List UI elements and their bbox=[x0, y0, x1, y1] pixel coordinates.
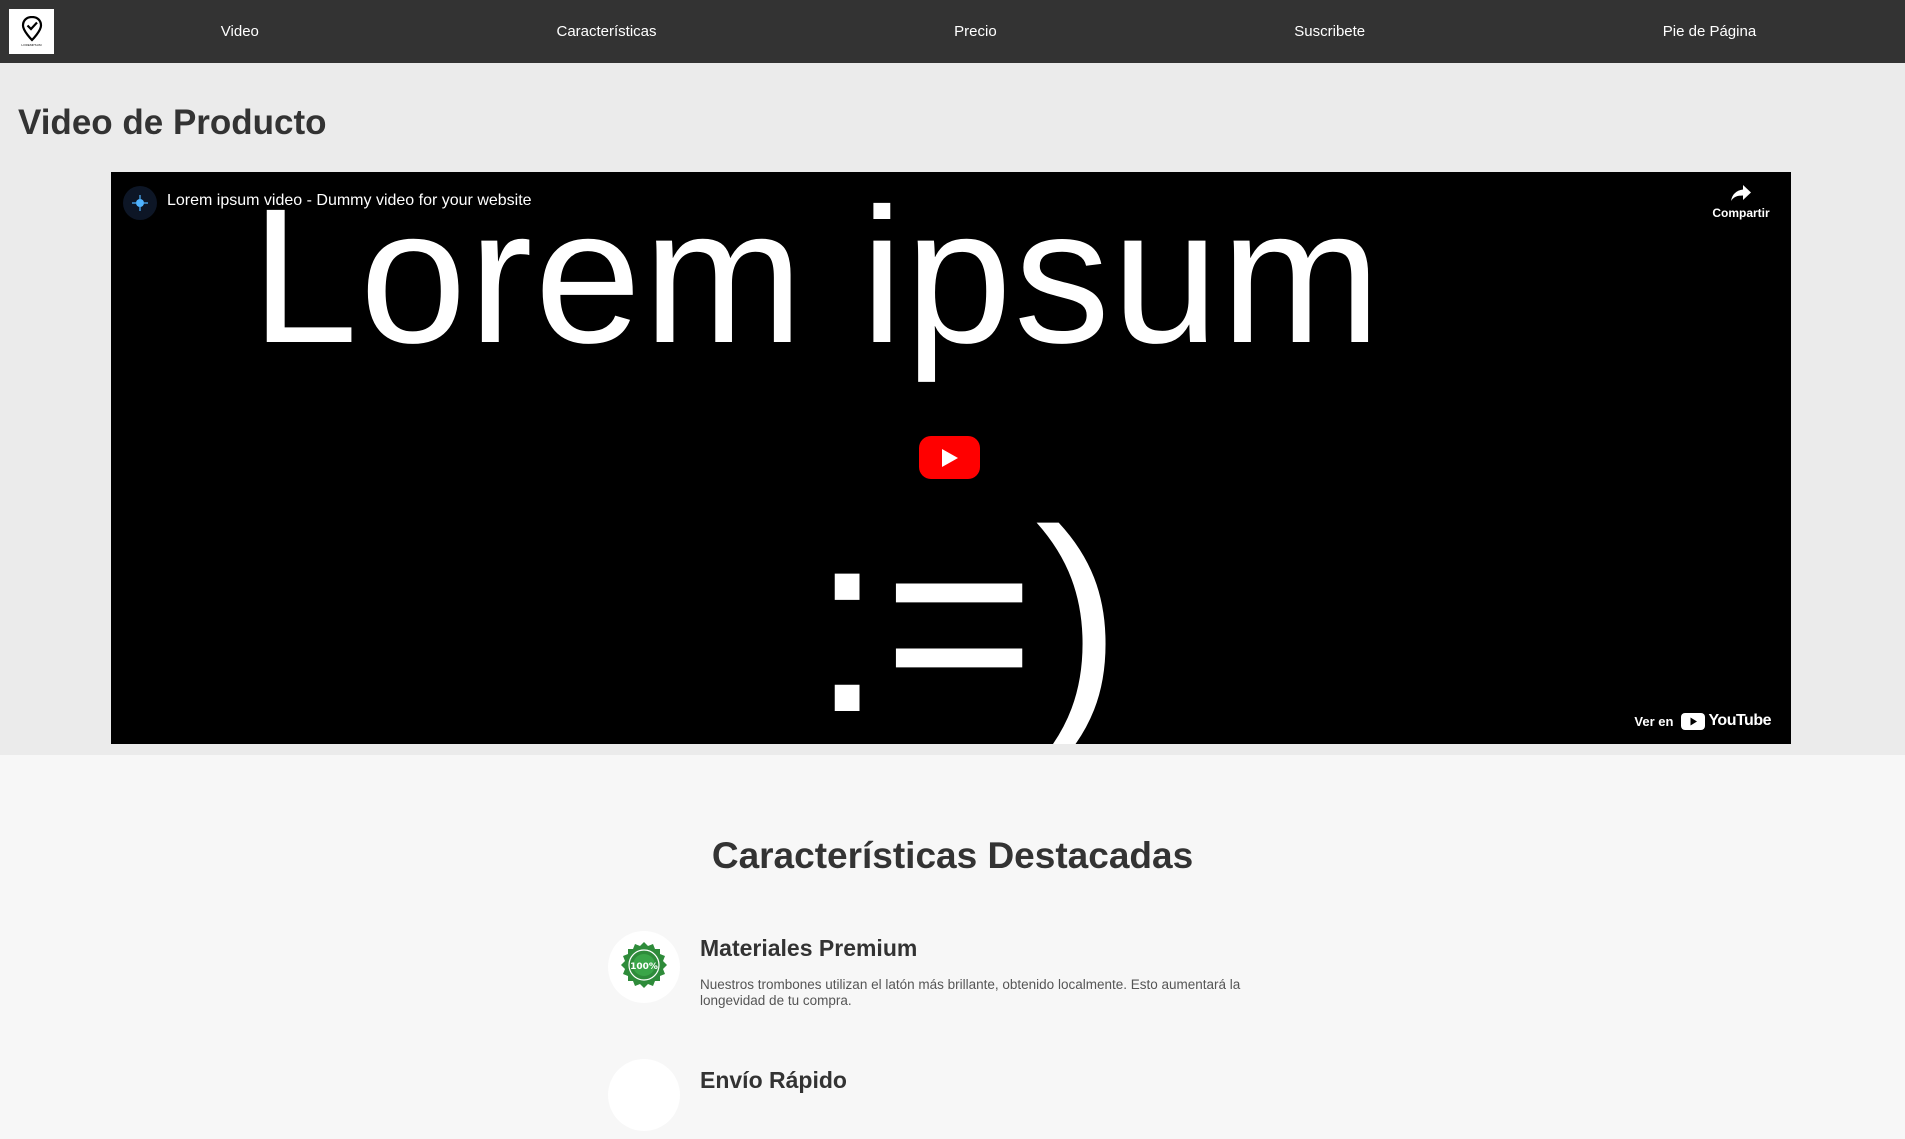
feature-title: Materiales Premium bbox=[700, 935, 918, 961]
brand-logo[interactable]: LOREMPSUM bbox=[9, 9, 54, 54]
top-nav: LOREMPSUM Video Características Precio S… bbox=[0, 0, 1905, 63]
features-section: Características Destacadas 100% Material… bbox=[0, 755, 1905, 1131]
nav-links: Video Características Precio Suscribete … bbox=[72, 0, 1905, 63]
nav-link-caracteristicas[interactable]: Características bbox=[557, 23, 657, 40]
badge-text: 100% bbox=[630, 962, 658, 972]
features-title: Características Destacadas bbox=[711, 835, 1194, 876]
youtube-wordmark: YouTube bbox=[1708, 712, 1771, 729]
share-icon bbox=[1731, 185, 1751, 201]
premium-badge-icon: 100% bbox=[608, 931, 680, 1003]
nav-link-video[interactable]: Video bbox=[221, 23, 259, 40]
feature-title: Envío Rápido bbox=[700, 1067, 847, 1093]
logo-icon bbox=[21, 16, 42, 42]
nav-link-precio[interactable]: Precio bbox=[954, 23, 997, 40]
watch-on-label: Ver en bbox=[1634, 713, 1674, 729]
play-button[interactable] bbox=[919, 436, 980, 479]
share-button[interactable]: Compartir bbox=[1711, 184, 1771, 220]
youtube-logo: YouTube bbox=[1681, 712, 1771, 730]
logo-text: LOREMPSUM bbox=[21, 43, 42, 47]
feature-description: Nuestros trombones utilizan el latón más… bbox=[700, 977, 1241, 1008]
watch-on-youtube-link[interactable]: Ver en YouTube bbox=[1634, 712, 1771, 730]
play-icon bbox=[941, 448, 958, 467]
channel-logo-icon bbox=[132, 195, 148, 211]
channel-avatar[interactable] bbox=[123, 186, 157, 220]
feature-item: 100% Materiales Premium Nuestros trombon… bbox=[608, 931, 1308, 1011]
youtube-player[interactable]: Lorem ipsum :=) Lorem ipsum video - Dumm… bbox=[111, 172, 1791, 744]
shipping-icon bbox=[608, 1059, 680, 1131]
video-section-title: Video de Producto bbox=[18, 103, 327, 142]
video-title[interactable]: Lorem ipsum video - Dummy video for your… bbox=[167, 192, 532, 210]
nav-link-pie-de-pagina[interactable]: Pie de Página bbox=[1663, 23, 1756, 40]
video-frame-smiley: :=) bbox=[811, 477, 1122, 744]
feature-item: Envío Rápido bbox=[608, 1059, 1308, 1139]
nav-link-suscribete[interactable]: Suscribete bbox=[1294, 23, 1365, 40]
youtube-play-icon bbox=[1681, 712, 1706, 730]
video-section: Video de Producto Lorem ipsum :=) Lorem … bbox=[0, 63, 1905, 755]
share-label: Compartir bbox=[1712, 206, 1770, 220]
